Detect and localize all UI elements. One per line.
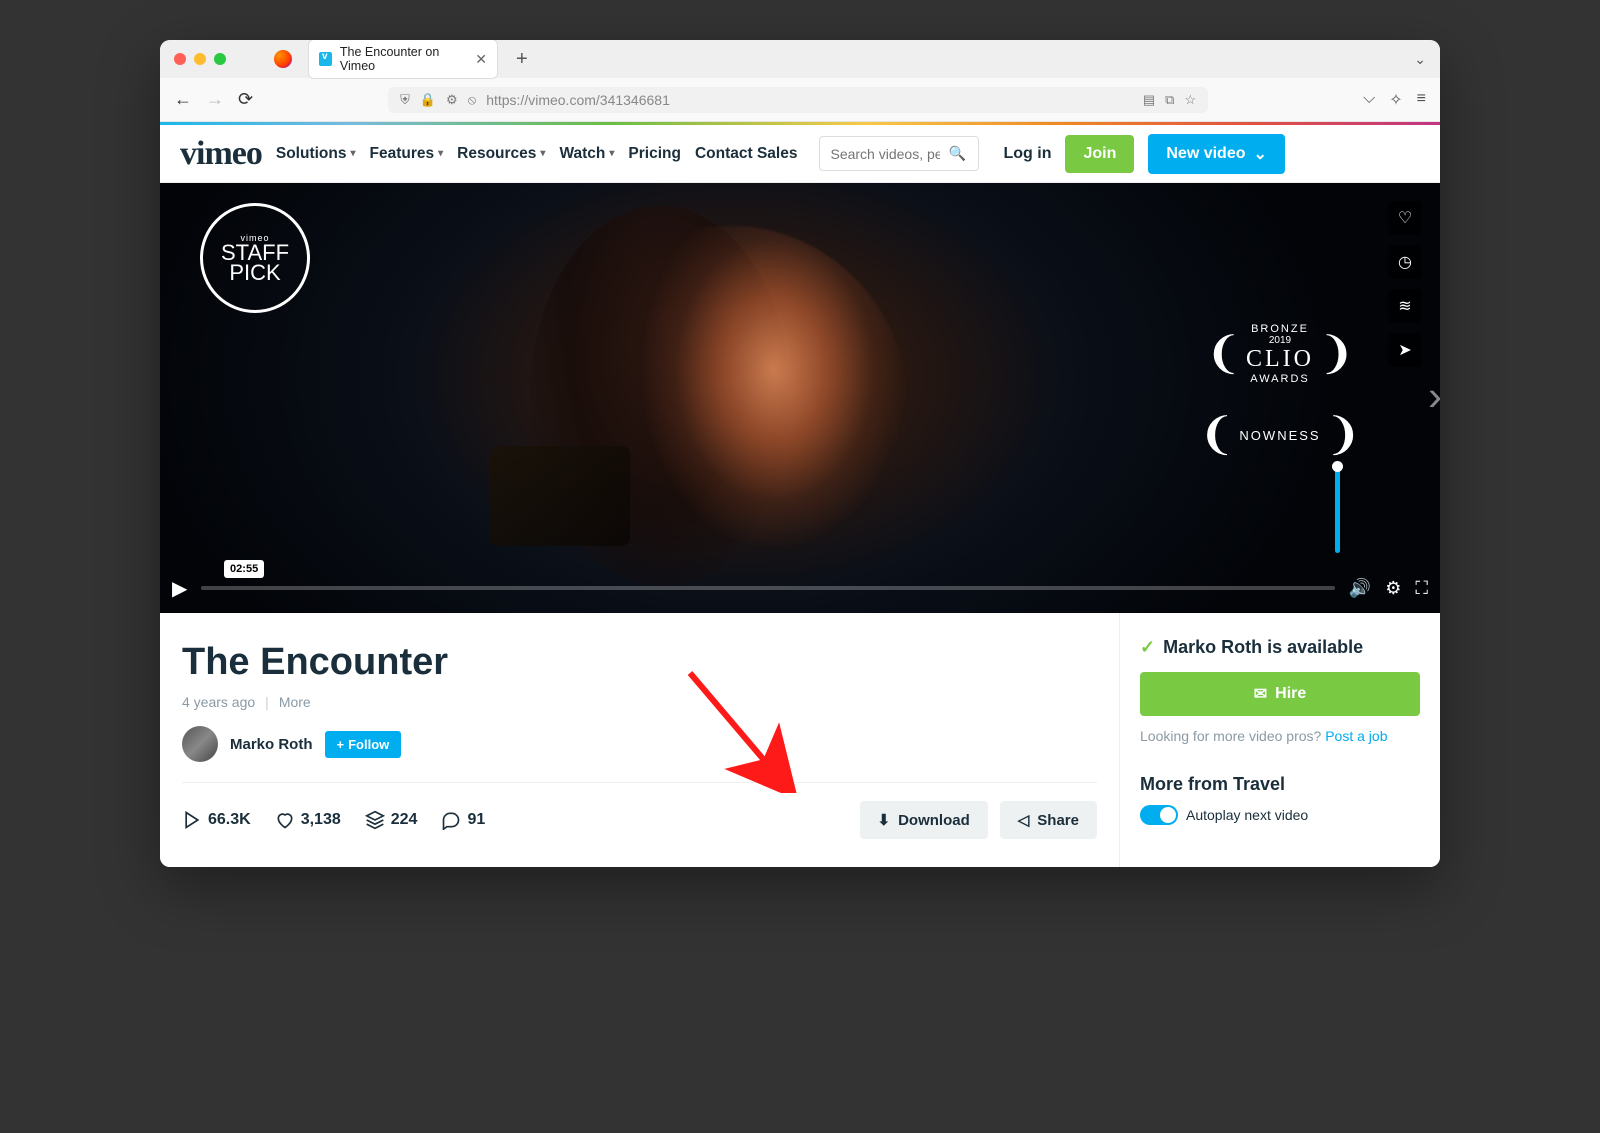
progress-bar[interactable]: 02:55: [201, 586, 1334, 590]
main-nav: Solutions▾ Features▾ Resources▾ Watch▾ P…: [276, 145, 798, 163]
join-button[interactable]: Join: [1065, 135, 1134, 173]
collections-stat[interactable]: 224: [365, 810, 418, 830]
browser-toolbar: ← → ⟳ ⛨ 🔒 ⚙ ⦸ https://vimeo.com/34134668…: [160, 78, 1440, 122]
vimeo-logo[interactable]: vimeo: [180, 135, 262, 173]
below-player-content: The Encounter 4 years ago | More Marko R…: [160, 613, 1440, 867]
share-button[interactable]: ➤: [1388, 333, 1422, 367]
reader-mode-icon[interactable]: ▤: [1143, 92, 1155, 108]
close-tab-icon[interactable]: ✕: [475, 51, 487, 68]
maximize-window-button[interactable]: [214, 53, 226, 65]
vimeo-favicon: [319, 52, 332, 66]
close-window-button[interactable]: [174, 53, 186, 65]
watch-later-button[interactable]: ◷: [1388, 245, 1422, 279]
plus-icon: +: [337, 737, 345, 752]
download-button[interactable]: ⬇Download: [860, 801, 988, 839]
back-button[interactable]: ←: [174, 89, 192, 110]
sidebar: ✓ Marko Roth is available ✉Hire Looking f…: [1120, 613, 1440, 867]
pip-icon[interactable]: ⧉: [1165, 92, 1174, 108]
comments-stat[interactable]: 91: [441, 810, 485, 830]
play-button[interactable]: ▶: [172, 576, 187, 601]
looking-text: Looking for more video pros? Post a job: [1140, 728, 1420, 744]
bookmark-star-icon[interactable]: ☆: [1184, 92, 1196, 108]
like-button[interactable]: ♡: [1388, 201, 1422, 235]
browser-titlebar: The Encounter on Vimeo ✕ + ⌄: [160, 40, 1440, 78]
window-controls: [174, 53, 226, 65]
nav-watch[interactable]: Watch▾: [559, 145, 614, 163]
pocket-icon[interactable]: ⌵: [1363, 90, 1375, 110]
follow-button[interactable]: +Follow: [325, 731, 402, 758]
search-input[interactable]: [830, 146, 940, 162]
nav-solutions[interactable]: Solutions▾: [276, 145, 356, 163]
staff-pick-badge: vimeo STAFF PICK: [200, 203, 310, 313]
video-title: The Encounter: [182, 641, 1097, 684]
nav-features[interactable]: Features▾: [370, 145, 444, 163]
tracking-blocked-icon: ⦸: [468, 92, 476, 108]
shield-icon: ⛨: [400, 92, 410, 108]
video-info-main: The Encounter 4 years ago | More Marko R…: [160, 613, 1120, 867]
tabs-menu-icon[interactable]: ⌄: [1414, 51, 1426, 68]
tab-title: The Encounter on Vimeo: [340, 45, 467, 73]
award-laurel-nowness: ❨NOWNESS❩: [1200, 413, 1360, 457]
video-age: 4 years ago: [182, 694, 255, 710]
player-controls: ▶ 02:55 🔊 ⚙ ⛶: [160, 563, 1440, 613]
post-job-link[interactable]: Post a job: [1325, 728, 1387, 744]
search-box[interactable]: 🔍: [819, 136, 979, 171]
author-name[interactable]: Marko Roth: [230, 736, 313, 753]
award-laurel-clio: ❨ BRONZE2019CLIOAWARDS ❩: [1200, 323, 1360, 385]
send-icon: ◁: [1018, 811, 1030, 829]
video-player-area: vimeo STAFF PICK ❨ BRONZE2019CLIOAWARDS …: [160, 183, 1440, 613]
nav-resources[interactable]: Resources▾: [457, 145, 545, 163]
more-link[interactable]: More: [279, 694, 311, 710]
firefox-icon: [274, 50, 292, 68]
app-menu-icon[interactable]: ≡: [1417, 90, 1426, 110]
author-avatar[interactable]: [182, 726, 218, 762]
forward-button[interactable]: →: [206, 89, 224, 110]
chevron-down-icon: ⌄: [1254, 144, 1267, 164]
extensions-icon[interactable]: ✧: [1389, 90, 1402, 110]
download-icon: ⬇: [878, 811, 891, 829]
search-icon[interactable]: 🔍: [948, 145, 965, 162]
autoplay-toggle[interactable]: [1140, 805, 1178, 825]
browser-tab[interactable]: The Encounter on Vimeo ✕: [308, 40, 498, 79]
reload-button[interactable]: ⟳: [238, 89, 253, 110]
volume-icon[interactable]: 🔊: [1349, 578, 1371, 599]
next-video-button[interactable]: ›: [1428, 372, 1440, 420]
more-from-heading: More from Travel: [1140, 774, 1420, 795]
login-link[interactable]: Log in: [1003, 145, 1051, 163]
plays-stat: 66.3K: [182, 810, 251, 830]
player-side-actions: ♡ ◷ ≋ ➤: [1388, 201, 1422, 367]
permissions-icon: ⚙: [446, 92, 458, 108]
url-text: https://vimeo.com/341346681: [486, 92, 670, 108]
nav-pricing[interactable]: Pricing: [628, 145, 681, 163]
hire-button[interactable]: ✉Hire: [1140, 672, 1420, 716]
lock-icon: 🔒: [420, 92, 436, 108]
site-header: vimeo Solutions▾ Features▾ Resources▾ Wa…: [160, 125, 1440, 183]
video-thumbnail-art: [570, 226, 910, 586]
checkmark-icon: ✓: [1140, 637, 1155, 658]
autoplay-label: Autoplay next video: [1186, 807, 1308, 823]
collections-button[interactable]: ≋: [1388, 289, 1422, 323]
fullscreen-icon[interactable]: ⛶: [1415, 578, 1428, 599]
new-video-button[interactable]: New video⌄: [1148, 134, 1285, 174]
url-bar[interactable]: ⛨ 🔒 ⚙ ⦸ https://vimeo.com/341346681 ▤ ⧉ …: [388, 87, 1208, 113]
nav-contact-sales[interactable]: Contact Sales: [695, 145, 798, 163]
duration-tooltip: 02:55: [224, 560, 264, 578]
volume-slider[interactable]: [1335, 463, 1340, 553]
likes-stat[interactable]: 3,138: [275, 810, 341, 830]
minimize-window-button[interactable]: [194, 53, 206, 65]
video-player[interactable]: vimeo STAFF PICK ❨ BRONZE2019CLIOAWARDS …: [160, 183, 1440, 613]
availability-text: Marko Roth is available: [1163, 637, 1363, 658]
mail-icon: ✉: [1254, 684, 1267, 704]
new-tab-button[interactable]: +: [516, 48, 528, 71]
settings-gear-icon[interactable]: ⚙: [1385, 578, 1401, 599]
share-action-button[interactable]: ◁Share: [1000, 801, 1097, 839]
